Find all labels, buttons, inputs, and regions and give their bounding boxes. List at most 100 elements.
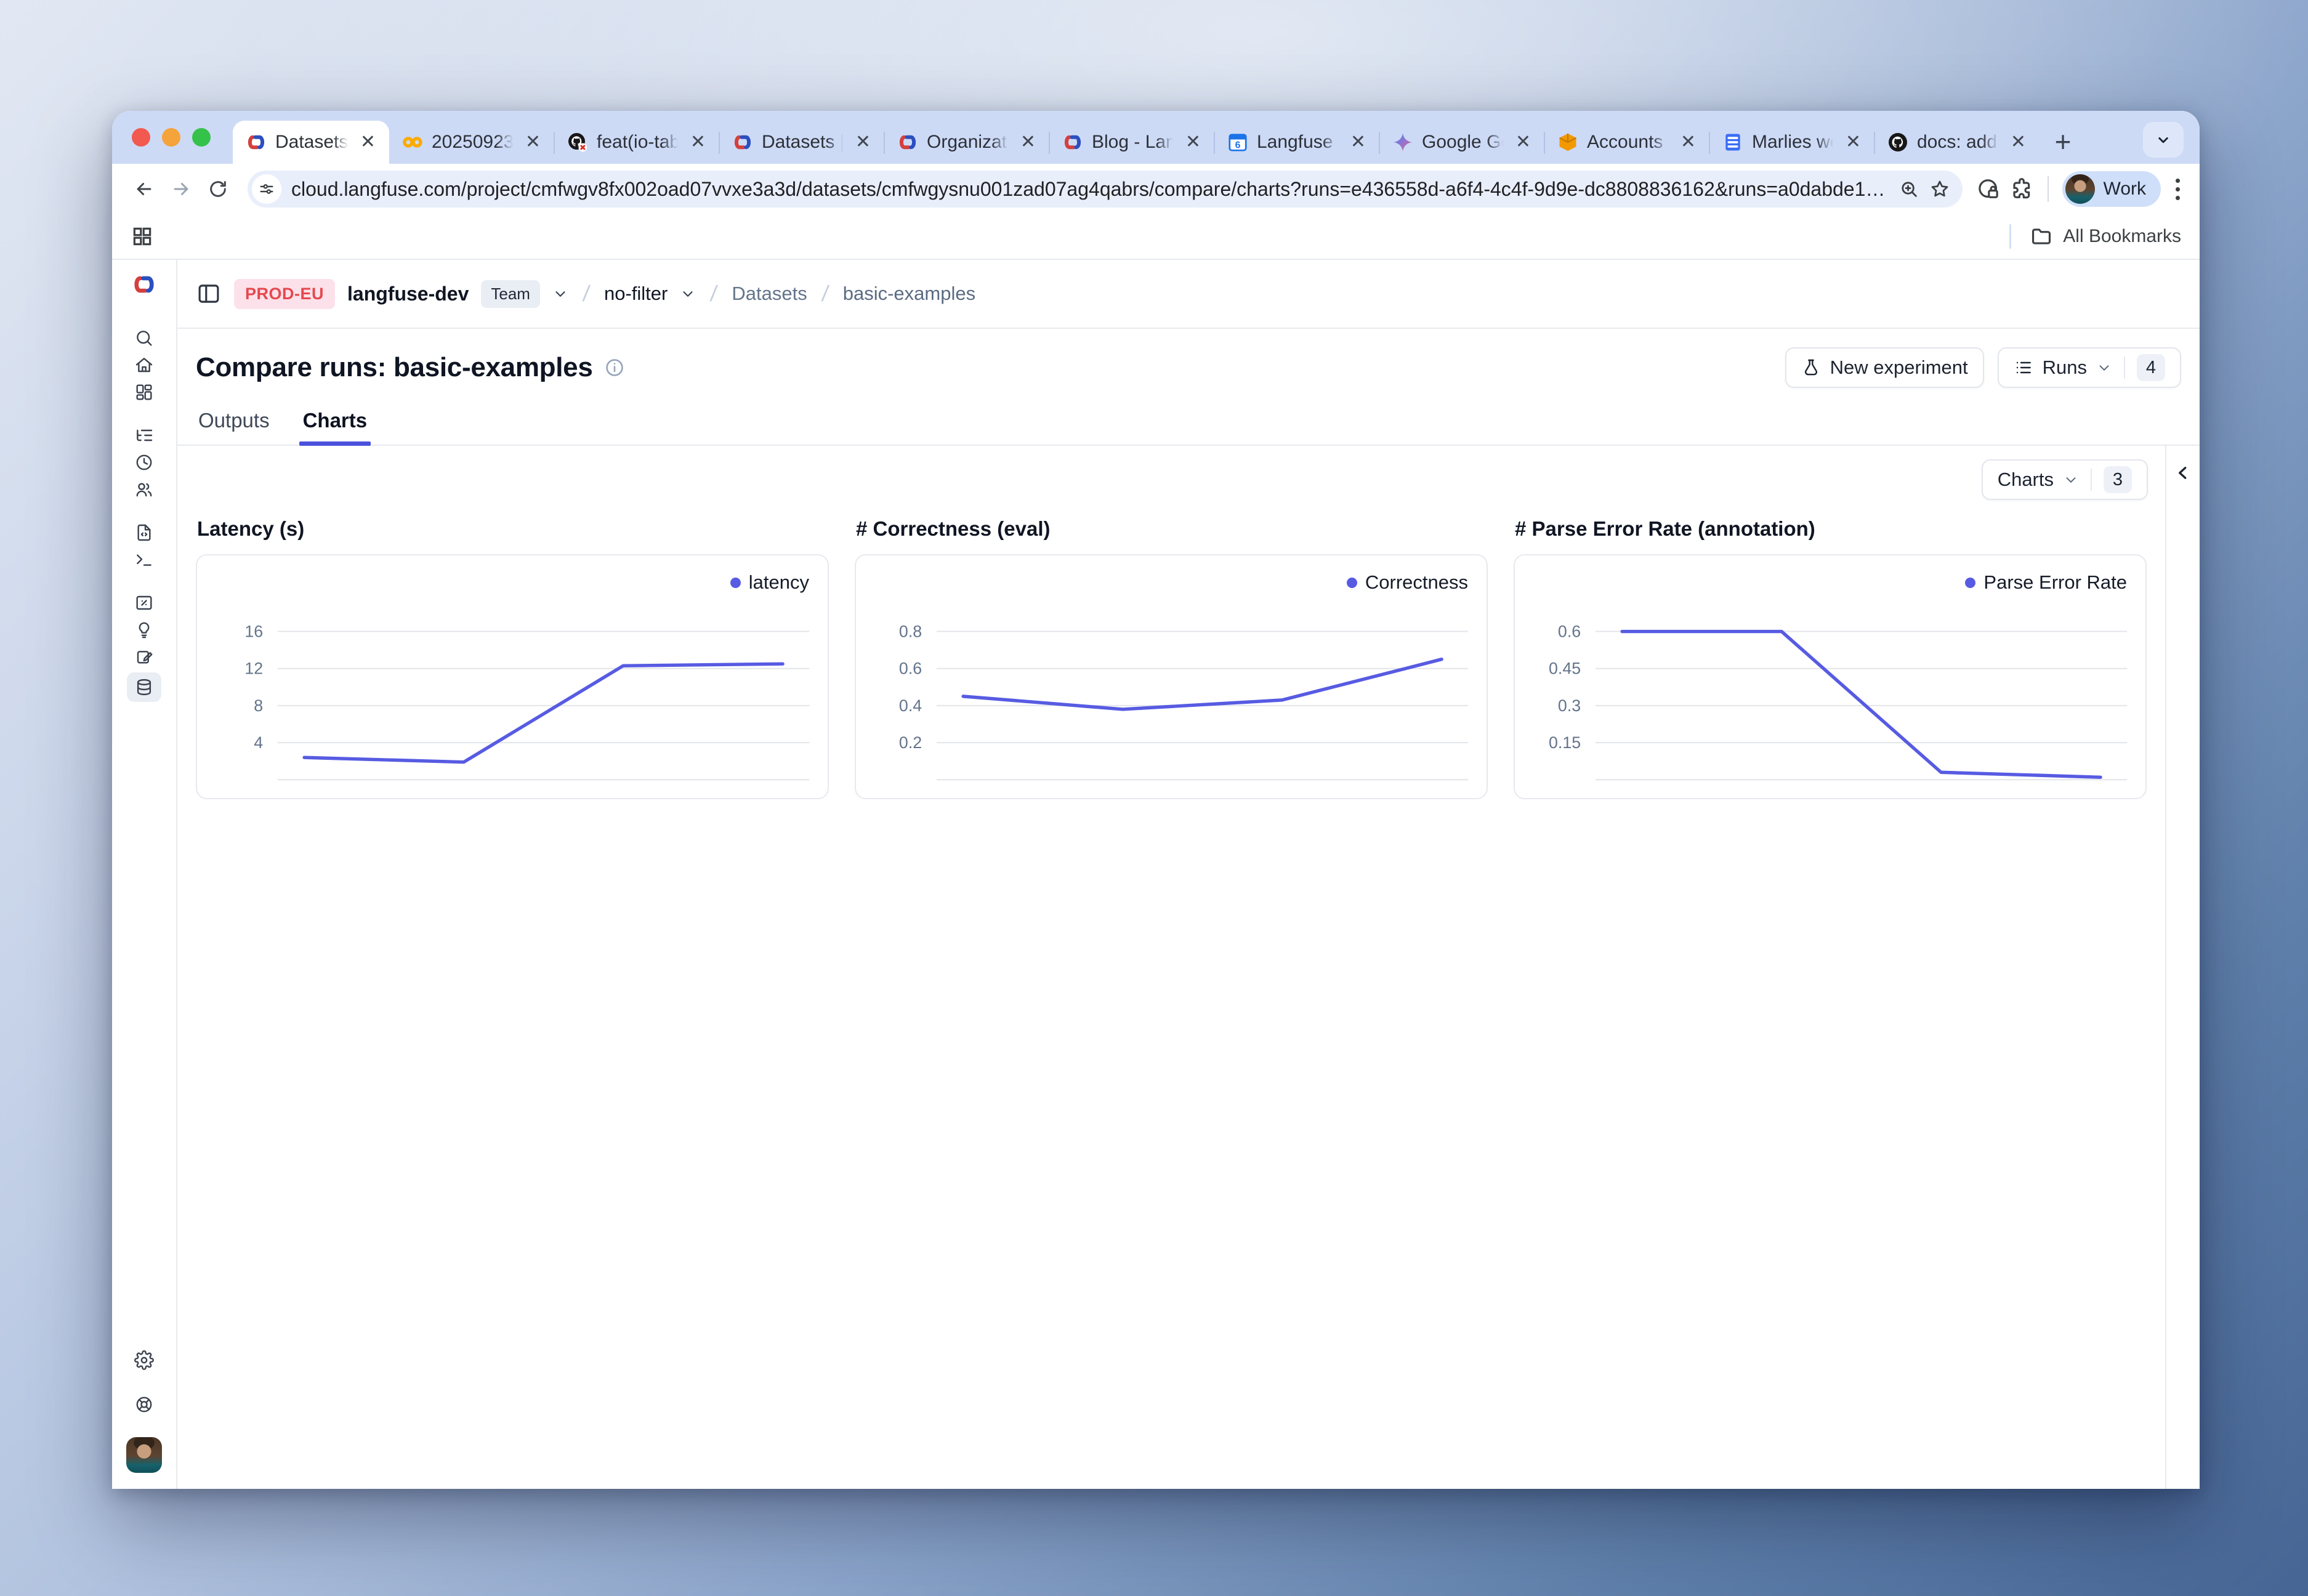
extensions-icon[interactable] [2009, 177, 2034, 201]
svg-text:4: 4 [254, 733, 263, 752]
tab-close-icon[interactable]: ✕ [1018, 131, 1038, 154]
browser-tab[interactable]: 20250923✕ [389, 121, 554, 164]
tab-search-button[interactable] [2143, 122, 2184, 158]
users-icon [134, 480, 154, 499]
sidebar-item-annotation[interactable] [127, 645, 161, 669]
privacy-badge-icon[interactable] [1976, 177, 2001, 201]
chart-block-2: # Correctness (eval)0.20.40.60.8Correctn… [855, 506, 1488, 799]
sidebar-item-users[interactable] [127, 478, 161, 501]
sidebar-item-prompts[interactable] [127, 521, 161, 544]
github-favicon-icon [1887, 131, 1909, 153]
calendar6-favicon-icon: 6 [1227, 131, 1249, 153]
user-avatar[interactable] [126, 1437, 162, 1473]
url-text[interactable]: cloud.langfuse.com/project/cmfwgv8fx002o… [291, 178, 1889, 201]
tab-strip: Datasets | L✕20250923✕feat(io-tab✕Datase… [112, 111, 2200, 164]
sidebar-item-playground[interactable] [127, 548, 161, 571]
browser-tab[interactable]: Blog - Lang ✕ [1049, 121, 1214, 164]
langfuse-favicon-icon [732, 131, 754, 153]
new-tab-button[interactable]: + [2046, 124, 2080, 159]
chart-card[interactable]: 481216latency [196, 554, 829, 799]
legend-label: latency [749, 571, 809, 594]
breadcrumb-current[interactable]: basic-examples [843, 283, 975, 305]
svg-text:12: 12 [244, 659, 263, 678]
clock-icon [134, 453, 154, 472]
browser-menu-button[interactable] [2169, 179, 2186, 200]
sidebar-item-search[interactable] [127, 326, 161, 350]
address-bar[interactable]: cloud.langfuse.com/project/cmfwgv8fx002o… [248, 171, 1963, 208]
tab-title: Datasets | L [762, 132, 845, 153]
sidebar-item-sessions[interactable] [127, 451, 161, 474]
browser-tab[interactable]: Accounts |✕ [1544, 121, 1709, 164]
svg-text:0.45: 0.45 [1549, 659, 1581, 678]
tab-close-icon[interactable]: ✕ [523, 131, 543, 154]
tab-close-icon[interactable]: ✕ [1843, 131, 1863, 154]
zoom-page-icon[interactable] [1898, 179, 1919, 200]
bookmark-star-icon[interactable] [1929, 179, 1950, 200]
tab-close-icon[interactable]: ✕ [2008, 131, 2028, 154]
browser-tab[interactable]: Marlies we✕ [1709, 121, 1874, 164]
sidebar-item-tracing[interactable] [127, 424, 161, 447]
sidebar-item-evaluation[interactable] [127, 591, 161, 615]
profile-chip[interactable]: Work [2062, 171, 2161, 207]
new-experiment-button[interactable]: New experiment [1785, 347, 1984, 388]
list-tree-icon [134, 425, 154, 445]
back-button[interactable] [128, 173, 160, 205]
browser-tab[interactable]: 6 Langfuse - ✕ [1214, 121, 1379, 164]
sidebar-toggle-icon[interactable] [196, 281, 222, 307]
gear-icon [134, 1350, 154, 1370]
browser-tab[interactable]: Datasets | L ✕ [719, 121, 884, 164]
chart-card[interactable]: 0.150.30.450.6Parse Error Rate [1514, 554, 2147, 799]
chart-card[interactable]: 0.20.40.60.8Correctness [855, 554, 1488, 799]
sidebar-item-dashboards[interactable] [127, 381, 161, 404]
close-window-button[interactable] [132, 128, 150, 147]
sidebar-item-home[interactable] [127, 353, 161, 377]
browser-tab[interactable]: docs: add✕ [1874, 121, 2040, 164]
tab-close-icon[interactable]: ✕ [1513, 131, 1533, 154]
collapse-panel-button[interactable] [2172, 462, 2194, 484]
browser-tab[interactable]: Datasets | L✕ [233, 121, 389, 164]
charts-selector-label: Charts [1998, 469, 2054, 491]
reload-button[interactable] [202, 173, 234, 205]
tab-title: Blog - Lang [1092, 132, 1175, 153]
tab-close-icon[interactable]: ✕ [1183, 131, 1203, 154]
breadcrumb-datasets[interactable]: Datasets [732, 283, 807, 305]
support-button[interactable] [127, 1393, 161, 1416]
tab-close-icon[interactable]: ✕ [1678, 131, 1698, 154]
tab-outputs[interactable]: Outputs [198, 409, 270, 445]
org-name[interactable]: langfuse-dev [347, 283, 469, 305]
tab-title: Langfuse - [1257, 132, 1340, 153]
charts-selector-button[interactable]: Charts 3 [1982, 459, 2148, 500]
svg-text:0.2: 0.2 [899, 733, 922, 752]
org-chevron-icon[interactable] [552, 286, 568, 302]
settings-button[interactable] [127, 1348, 161, 1372]
info-icon[interactable] [604, 357, 625, 378]
tab-close-icon[interactable]: ✕ [688, 131, 708, 154]
browser-tab[interactable]: Google Ger✕ [1379, 121, 1544, 164]
sidebar-item-datasets[interactable] [127, 672, 161, 702]
svg-text:8: 8 [254, 696, 263, 715]
tab-close-icon[interactable]: ✕ [853, 131, 873, 154]
tab-close-icon[interactable]: ✕ [358, 131, 378, 154]
runs-count-badge: 4 [2137, 354, 2165, 381]
tab-close-icon[interactable]: ✕ [1348, 131, 1368, 154]
site-settings-icon[interactable] [252, 174, 281, 204]
browser-tab[interactable]: feat(io-tab✕ [554, 121, 719, 164]
runs-button[interactable]: Runs 4 [1998, 347, 2181, 388]
maximize-window-button[interactable] [192, 128, 211, 147]
forward-button[interactable] [165, 173, 197, 205]
langfuse-logo-icon[interactable] [131, 271, 158, 298]
tab-charts[interactable]: Charts [303, 409, 368, 445]
chevron-left-icon [2172, 462, 2194, 484]
all-bookmarks-button[interactable]: All Bookmarks [2009, 224, 2181, 249]
environment-badge: PROD-EU [234, 279, 335, 309]
page-title-row: Compare runs: basic-examples New experim… [177, 329, 2200, 393]
project-selector[interactable]: no-filter [604, 283, 668, 305]
lifebuoy-icon [134, 1395, 154, 1414]
chevron-down-icon [2063, 472, 2079, 488]
browser-tab[interactable]: Organizatio✕ [884, 121, 1049, 164]
apps-grid-icon[interactable] [131, 225, 154, 248]
minimize-window-button[interactable] [162, 128, 180, 147]
project-chevron-icon[interactable] [680, 286, 696, 302]
svg-text:0.8: 0.8 [899, 622, 922, 640]
sidebar-item-insights[interactable] [127, 618, 161, 642]
